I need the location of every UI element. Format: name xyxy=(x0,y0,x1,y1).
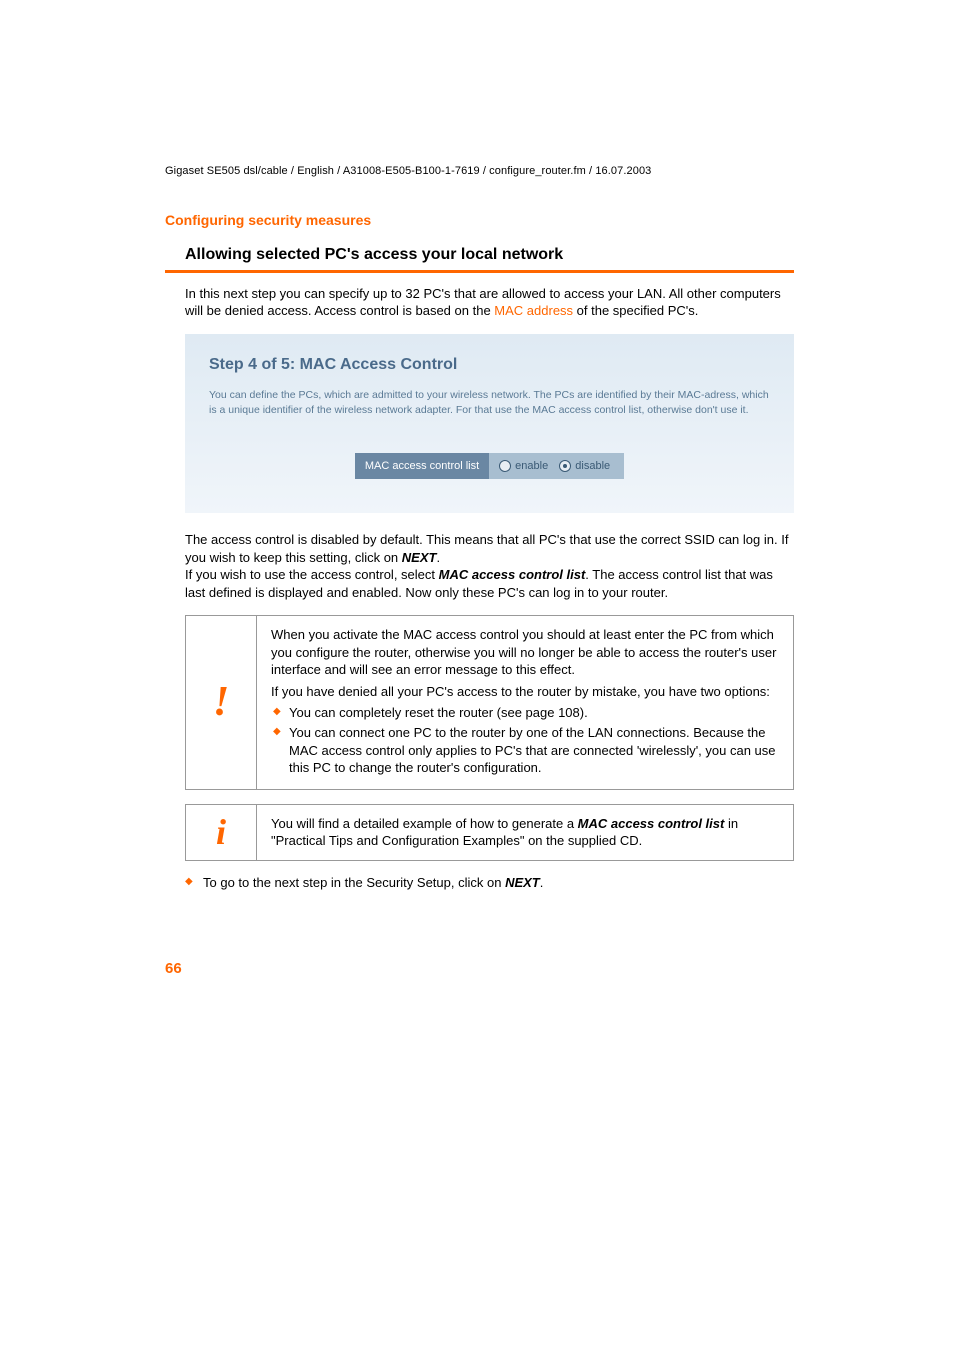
mac-control-options: enable disable xyxy=(489,453,624,479)
warning-option-list: You can completely reset the router (see… xyxy=(271,704,779,776)
post-screenshot-paragraph: The access control is disabled by defaul… xyxy=(185,531,794,601)
final-t1: To go to the next step in the Security S… xyxy=(203,875,505,890)
enable-radio[interactable] xyxy=(499,460,511,472)
warning-option-1: You can completely reset the router (see… xyxy=(271,704,779,722)
disable-radio[interactable] xyxy=(559,460,571,472)
final-step-bullet: To go to the next step in the Security S… xyxy=(185,875,794,890)
page-number: 66 xyxy=(165,960,794,977)
next-keyword-1: NEXT xyxy=(402,550,437,565)
warning-icon: ! xyxy=(186,616,257,788)
enable-label: enable xyxy=(515,460,548,472)
section-title: Configuring security measures xyxy=(165,212,794,228)
final-t2: . xyxy=(540,875,544,890)
info-box: i You will find a detailed example of ho… xyxy=(185,804,794,861)
sub-heading: Allowing selected PC's access your local… xyxy=(185,246,794,264)
mac-address-link[interactable]: MAC address xyxy=(494,303,573,318)
intro-text-2: of the specified PC's. xyxy=(573,303,698,318)
next-keyword-2: NEXT xyxy=(505,875,540,890)
info-t1: You will find a detailed example of how … xyxy=(271,816,578,831)
info-mac-keyword: MAC access control list xyxy=(578,816,725,831)
para2-t3: If you wish to use the access control, s… xyxy=(185,567,439,582)
warning-p2: If you have denied all your PC's access … xyxy=(271,683,779,701)
para2-t1: The access control is disabled by defaul… xyxy=(185,532,788,565)
screenshot-description: You can define the PCs, which are admitt… xyxy=(209,388,770,420)
mac-list-keyword: MAC access control list xyxy=(439,567,586,582)
para2-t2: . xyxy=(436,550,440,565)
warning-p1: When you activate the MAC access control… xyxy=(271,626,779,679)
screenshot-step-title: Step 4 of 5: MAC Access Control xyxy=(209,356,770,374)
warning-option-2: You can connect one PC to the router by … xyxy=(271,724,779,777)
info-content: You will find a detailed example of how … xyxy=(257,805,793,860)
mac-control-row: MAC access control list enable disable xyxy=(209,453,770,479)
disable-label: disable xyxy=(575,460,610,472)
config-screenshot: Step 4 of 5: MAC Access Control You can … xyxy=(185,334,794,514)
info-icon: i xyxy=(186,805,257,860)
heading-rule xyxy=(165,270,794,273)
document-header-path: Gigaset SE505 dsl/cable / English / A310… xyxy=(165,165,794,177)
intro-paragraph: In this next step you can specify up to … xyxy=(185,285,794,320)
mac-control-label: MAC access control list xyxy=(355,453,489,479)
warning-content: When you activate the MAC access control… xyxy=(257,616,793,788)
warning-box: ! When you activate the MAC access contr… xyxy=(185,615,794,789)
